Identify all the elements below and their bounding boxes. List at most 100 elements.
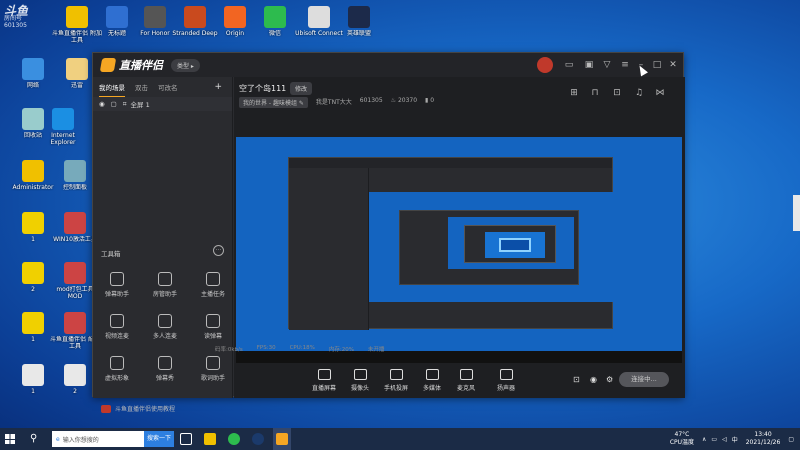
wechat-icon[interactable] <box>225 428 243 450</box>
add-scene-icon[interactable]: + <box>214 78 222 96</box>
app-icon <box>144 6 166 28</box>
layout-icon[interactable]: ⊞ <box>568 88 580 100</box>
screen-icon: ⌗ <box>122 99 127 108</box>
tool-item[interactable]: 弹幕助手 <box>97 272 137 298</box>
notification-icon[interactable]: ▢ <box>788 436 794 443</box>
app-icon <box>264 6 286 28</box>
steam-icon[interactable] <box>249 428 267 450</box>
app-icon <box>66 6 88 28</box>
desktop-icon[interactable]: 微信 <box>250 6 300 37</box>
app-icon <box>64 262 86 284</box>
tool-icon <box>206 356 220 370</box>
search-input[interactable]: e 输入你想搜的 <box>52 431 144 447</box>
source-button[interactable]: 麦克风 <box>448 369 484 392</box>
eye-icon[interactable]: ◉ <box>590 375 597 384</box>
source-button[interactable]: 扬声器 <box>488 369 524 392</box>
start-button[interactable] <box>0 428 20 450</box>
tool-item[interactable]: 歌词助手 <box>193 356 233 382</box>
status-bar: 码率:0kb/s FPS:30 CPU:18% 内存:20% 未开播 <box>215 345 384 353</box>
explorer-icon[interactable] <box>201 428 219 450</box>
fans-count: ♨ 20370 <box>390 97 418 104</box>
tool-item[interactable]: 主播任务 <box>193 272 233 298</box>
tool-item[interactable]: 视频连麦 <box>97 314 137 340</box>
source-icon <box>499 369 513 380</box>
ie-icon: e <box>56 435 60 443</box>
menu-icon[interactable]: ≡ <box>619 59 631 71</box>
tool-icon <box>206 314 220 328</box>
source-button[interactable]: 手机投屏 <box>378 369 414 392</box>
volume-icon[interactable]: ◁ <box>722 436 727 443</box>
tab-rename[interactable]: 可改名 <box>158 78 178 96</box>
message-icon[interactable]: ▭ <box>563 59 575 71</box>
windows-icon <box>5 434 15 444</box>
category-tag[interactable]: 我的世界 - 趣味模组 ✎ <box>239 97 308 108</box>
tab-double-click[interactable]: 双击 <box>135 78 148 96</box>
cpu-temp[interactable]: 47°C CPU温度 <box>670 431 694 447</box>
search-button[interactable]: 搜索一下 <box>144 431 174 447</box>
taskview-icon[interactable] <box>177 428 195 450</box>
close-icon[interactable]: ✕ <box>667 59 679 71</box>
avatar[interactable] <box>537 57 553 73</box>
app-icon <box>64 212 86 234</box>
app-icon <box>224 6 246 28</box>
fps: FPS:30 <box>256 345 276 351</box>
shirt-icon[interactable]: ▽ <box>601 59 613 71</box>
app-icon <box>64 364 86 386</box>
app-icon <box>22 262 44 284</box>
eye-icon[interactable]: ◉ <box>99 100 105 108</box>
gift-icon[interactable]: ⊡ <box>611 88 623 100</box>
clock[interactable]: 13:40 2021/12/26 <box>746 431 781 447</box>
tool-icon <box>110 272 124 286</box>
ime-indicator[interactable]: 中 <box>732 435 738 444</box>
source-icon <box>317 369 331 380</box>
type-pill[interactable]: 类型 ▸ <box>171 58 200 72</box>
app-icon <box>106 6 128 28</box>
go-live-button[interactable]: 连接中... <box>619 372 669 387</box>
source-button[interactable]: 多媒体 <box>414 369 450 392</box>
settings-icon[interactable]: ⚙ <box>606 375 613 384</box>
lock-icon[interactable]: ⊓ <box>589 88 601 100</box>
live-companion-taskbar-icon[interactable] <box>273 428 291 450</box>
more-icon[interactable]: ··· <box>213 245 224 256</box>
title-bar[interactable]: 直播伴侣 类型 ▸ ▭ ▣ ▽ ≡ – □ ✕ <box>93 53 683 77</box>
app-icon <box>184 6 206 28</box>
taskbar: ⚲ e 输入你想搜的 搜索一下 47°C CPU温度 ∧ ▭ ◁ 中 13:40 20… <box>0 428 800 450</box>
live-companion-window[interactable]: 直播伴侣 类型 ▸ ▭ ▣ ▽ ≡ – □ ✕ 我的场景 双击 可改名 + ◉ … <box>92 52 685 413</box>
stream-preview[interactable] <box>236 137 682 363</box>
tool-icon <box>158 356 172 370</box>
maximize-icon[interactable]: □ <box>651 59 663 71</box>
app-icon <box>22 364 44 386</box>
chevron-up-icon[interactable]: ∧ <box>702 436 706 443</box>
tab-my-scenes[interactable]: 我的场景 <box>99 78 125 97</box>
bell-icon[interactable]: ♫ <box>633 88 645 100</box>
desktop-icon[interactable]: 英雄联盟 <box>334 6 384 37</box>
desktop-icon[interactable]: Internet Explorer <box>38 108 88 146</box>
app-icon <box>348 6 370 28</box>
network-icon[interactable]: ▭ <box>711 436 717 443</box>
tool-item[interactable]: 虚拟形象 <box>97 356 137 382</box>
side-panel-handle[interactable] <box>793 195 800 231</box>
box-icon[interactable]: ▣ <box>583 59 595 71</box>
source-toolbar: 直播屏幕 摄像头 手机投屏 多媒体 麦克风 扬声器 ⊡ ◉ ⚙ 连接中... <box>234 365 685 398</box>
app-icon <box>308 6 330 28</box>
record-icon[interactable]: ⊡ <box>573 375 580 384</box>
app-icon <box>22 212 44 234</box>
app-icon <box>52 108 74 130</box>
search-icon[interactable]: ⚲ <box>30 433 37 444</box>
room-title: 空了个岛111 <box>239 84 287 93</box>
share-icon[interactable]: ⋈ <box>654 88 666 100</box>
nested-preview <box>288 157 614 330</box>
tool-item[interactable]: 房管助手 <box>145 272 185 298</box>
desktop-icon[interactable]: 网络 <box>8 58 58 89</box>
tool-item[interactable]: 多人连麦 <box>145 314 185 340</box>
tool-item[interactable]: 弹幕秀 <box>145 356 185 382</box>
source-button[interactable]: 直播屏幕 <box>306 369 342 392</box>
tool-item[interactable]: 读弹幕 <box>193 314 233 340</box>
lock-icon[interactable]: ▢ <box>111 100 117 108</box>
scene-item[interactable]: ◉ ▢ ⌗ 全屏 1 <box>93 97 232 111</box>
source-button[interactable]: 摄像头 <box>342 369 378 392</box>
system-tray: 47°C CPU温度 ∧ ▭ ◁ 中 13:40 2021/12/26 ▢ <box>670 428 794 450</box>
tutorial-tip[interactable]: 斗鱼直播伴侣使用教程 <box>101 404 175 413</box>
modify-button[interactable]: 修改 <box>290 82 313 95</box>
douyu-watermark: 斗鱼 房间号 601305 <box>4 4 29 29</box>
